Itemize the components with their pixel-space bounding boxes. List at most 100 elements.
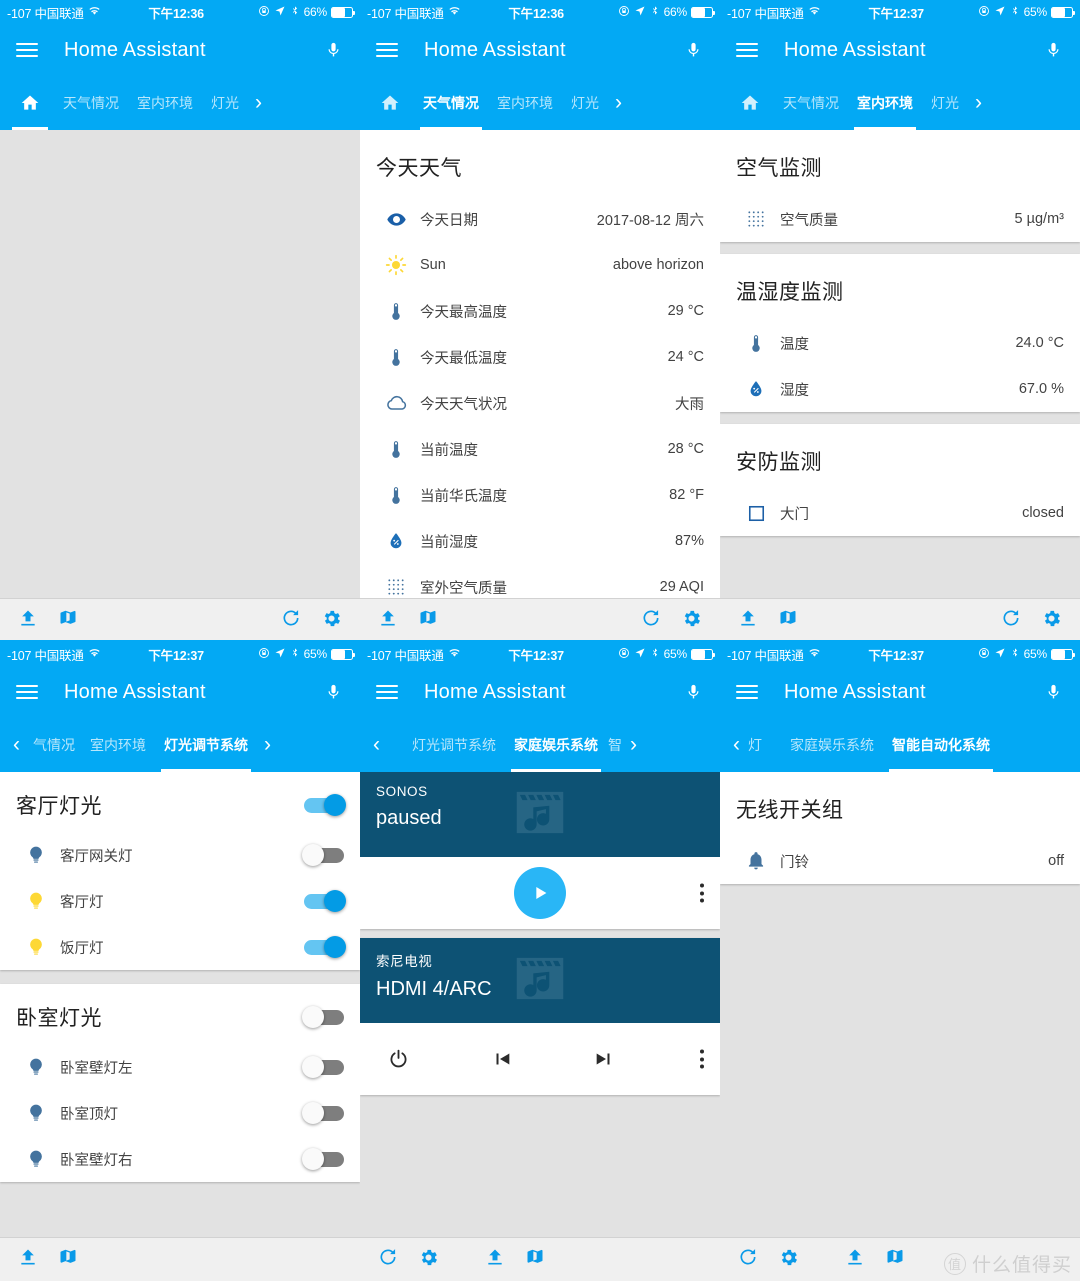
microphone-icon[interactable] <box>1042 679 1064 705</box>
microphone-icon[interactable] <box>682 37 704 63</box>
table-row[interactable]: 湿度 67.0 % <box>720 366 1080 412</box>
tab-prev-arrow[interactable]: ‹ <box>726 718 747 772</box>
table-row[interactable]: 当前湿度 87% <box>360 518 720 564</box>
list-item[interactable]: 门铃 off <box>720 838 1080 884</box>
hamburger-icon[interactable] <box>16 43 38 57</box>
tab-weather-clipped[interactable]: 气情况 <box>27 718 81 772</box>
refresh-icon[interactable] <box>641 608 661 633</box>
map-icon[interactable] <box>58 608 78 633</box>
tab-media-system[interactable]: 家庭娱乐系统 <box>781 718 883 772</box>
item-toggle[interactable] <box>304 935 346 958</box>
tab-bar[interactable]: 天气情况 室内环境 灯光 › <box>720 76 1080 130</box>
item-toggle[interactable] <box>302 1055 344 1078</box>
tab-automation-system[interactable]: 智能自动化系统 <box>883 718 999 772</box>
upload-icon[interactable] <box>18 1247 38 1272</box>
tab-light-system[interactable]: 灯光调节系统 <box>155 718 257 772</box>
hamburger-icon[interactable] <box>16 685 38 699</box>
table-row[interactable]: 今天日期 2017-08-12 周六 <box>360 196 720 242</box>
tab-home[interactable] <box>726 76 774 130</box>
tab-lights[interactable]: 灯光 <box>562 76 608 130</box>
item-toggle[interactable] <box>302 843 344 866</box>
upload-icon[interactable] <box>845 1247 865 1272</box>
upload-icon[interactable] <box>738 608 758 633</box>
table-row[interactable]: 大门 closed <box>720 490 1080 536</box>
refresh-icon[interactable] <box>738 1247 758 1272</box>
hamburger-icon[interactable] <box>736 43 758 57</box>
previous-icon[interactable] <box>480 1048 524 1070</box>
tab-home[interactable] <box>366 76 414 130</box>
list-item[interactable]: 卧室顶灯 <box>0 1090 360 1136</box>
item-toggle[interactable] <box>302 1101 344 1124</box>
upload-icon[interactable] <box>18 608 38 633</box>
tab-light-clipped[interactable]: 灯 <box>747 718 763 772</box>
map-icon[interactable] <box>525 1247 545 1272</box>
tab-media-system[interactable]: 家庭娱乐系统 <box>505 718 607 772</box>
microphone-icon[interactable] <box>682 679 704 705</box>
tab-lights[interactable]: 灯光 <box>202 76 248 130</box>
table-row[interactable]: 温度 24.0 °C <box>720 320 1080 366</box>
microphone-icon[interactable] <box>322 679 344 705</box>
hamburger-icon[interactable] <box>376 685 398 699</box>
gear-icon[interactable] <box>321 608 342 634</box>
tab-indoor[interactable]: 室内环境 <box>81 718 155 772</box>
hamburger-icon[interactable] <box>376 43 398 57</box>
play-icon[interactable] <box>514 867 566 919</box>
map-icon[interactable] <box>885 1247 905 1272</box>
tab-lights[interactable]: 灯光 <box>922 76 968 130</box>
upload-icon[interactable] <box>378 608 398 633</box>
refresh-icon[interactable] <box>281 608 301 633</box>
tab-next-arrow[interactable]: › <box>623 718 644 772</box>
list-item[interactable]: 客厅网关灯 <box>0 832 360 878</box>
tab-prev-arrow[interactable]: ‹ <box>366 718 387 772</box>
tab-prev-arrow[interactable]: ‹ <box>6 718 27 772</box>
tab-bar[interactable]: ‹ 灯光调节系统 家庭娱乐系统 智 › <box>360 718 720 772</box>
tab-weather[interactable]: 天气情况 <box>774 76 848 130</box>
tab-bar[interactable]: ‹ 灯 家庭娱乐系统 智能自动化系统 <box>720 718 1080 772</box>
group-toggle[interactable] <box>302 1005 344 1028</box>
tab-indoor[interactable]: 室内环境 <box>848 76 922 130</box>
table-row[interactable]: Sun above horizon <box>360 242 720 288</box>
tab-next-arrow[interactable]: › <box>257 718 278 772</box>
tab-light-system[interactable]: 灯光调节系统 <box>403 718 505 772</box>
tab-weather[interactable]: 天气情况 <box>54 76 128 130</box>
power-icon[interactable] <box>376 1048 420 1071</box>
hamburger-icon[interactable] <box>736 685 758 699</box>
map-icon[interactable] <box>418 608 438 633</box>
tab-weather[interactable]: 天气情况 <box>414 76 488 130</box>
refresh-icon[interactable] <box>1001 608 1021 633</box>
tab-next-arrow[interactable]: › <box>608 76 629 130</box>
item-toggle[interactable] <box>304 889 346 912</box>
microphone-icon[interactable] <box>322 37 344 63</box>
overflow-icon[interactable] <box>700 1049 704 1069</box>
gear-icon[interactable] <box>778 1247 799 1273</box>
tab-indoor[interactable]: 室内环境 <box>488 76 562 130</box>
tab-next-arrow[interactable]: › <box>248 76 269 130</box>
tab-automation-clipped[interactable]: 智 <box>607 718 623 772</box>
table-row[interactable]: 当前华氏温度 82 °F <box>360 472 720 518</box>
table-row[interactable]: 今天最高温度 29 °C <box>360 288 720 334</box>
tab-next-arrow[interactable]: › <box>968 76 989 130</box>
gear-icon[interactable] <box>681 608 702 634</box>
table-row[interactable]: 今天天气状况 大雨 <box>360 380 720 426</box>
list-item[interactable]: 饭厅灯 <box>0 924 360 970</box>
tab-home[interactable] <box>6 76 54 130</box>
map-icon[interactable] <box>58 1247 78 1272</box>
gear-icon[interactable] <box>1041 608 1062 634</box>
table-row[interactable]: 今天最低温度 24 °C <box>360 334 720 380</box>
microphone-icon[interactable] <box>1042 37 1064 63</box>
list-item[interactable]: 客厅灯 <box>0 878 360 924</box>
tab-bar[interactable]: 天气情况 室内环境 灯光 › <box>360 76 720 130</box>
map-icon[interactable] <box>778 608 798 633</box>
tab-bar[interactable]: ‹ 气情况 室内环境 灯光调节系统 › <box>0 718 360 772</box>
table-row[interactable]: 室外空气质量 29 AQI <box>360 564 720 598</box>
table-row[interactable]: 当前温度 28 °C <box>360 426 720 472</box>
overflow-icon[interactable] <box>700 883 704 903</box>
upload-icon[interactable] <box>485 1247 505 1272</box>
refresh-icon[interactable] <box>378 1247 398 1272</box>
group-toggle[interactable] <box>304 793 346 816</box>
next-icon[interactable] <box>582 1048 626 1070</box>
list-item[interactable]: 卧室壁灯右 <box>0 1136 360 1182</box>
gear-icon[interactable] <box>418 1247 439 1273</box>
item-toggle[interactable] <box>302 1147 344 1170</box>
tab-bar[interactable]: 天气情况 室内环境 灯光 › <box>0 76 360 130</box>
